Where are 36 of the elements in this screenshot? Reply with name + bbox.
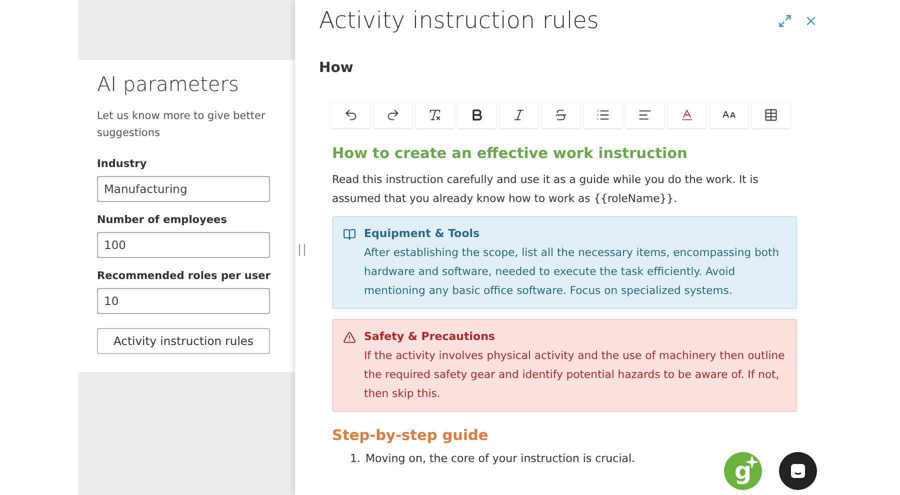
strike-icon[interactable] xyxy=(542,102,580,128)
callout-text: If the activity involves physical activity and the use of machinery then outline the required safety gear and identify potential hazards to be aware of. If not, then skip this. xyxy=(364,348,786,402)
content-heading: Step-by-step guide xyxy=(332,428,490,444)
table-icon[interactable] xyxy=(752,102,790,128)
field-label: Number of employees xyxy=(97,214,228,226)
callout-title: Safety & Precautions xyxy=(364,329,496,345)
expand-icon[interactable] xyxy=(776,12,794,30)
card-title: AI parameters xyxy=(97,72,240,96)
warning-icon xyxy=(343,331,356,344)
resize-handle[interactable] xyxy=(299,244,305,256)
rules-button[interactable]: Activity instruction rules xyxy=(97,328,270,354)
bold-icon[interactable] xyxy=(458,102,496,128)
input-field[interactable]: 10 xyxy=(97,288,270,314)
list-icon[interactable] xyxy=(584,102,622,128)
chat-button[interactable] xyxy=(779,452,817,490)
clear-format-icon[interactable] xyxy=(416,102,454,128)
chat-icon xyxy=(789,462,807,480)
drawer-title: Activity instruction rules xyxy=(319,8,599,34)
field-label: Industry xyxy=(97,158,148,170)
font-color-icon[interactable] xyxy=(668,102,706,128)
list-text: Moving on, the core of your instruction is crucial. xyxy=(366,452,636,465)
paragraph: Read this instruction carefully and use it as a guide while you do the work. It is assumed that you already know how to work as {{roleName}}. xyxy=(332,172,760,207)
align-icon[interactable] xyxy=(626,102,664,128)
book-icon xyxy=(343,228,356,241)
section-label: How xyxy=(319,60,354,76)
callout-text: After establishing the scope, list all the necessary items, encompassing both hardware and software, needed to execute the task efficiently. Avoid mentioning any basic office software. Focus on specialized systems. xyxy=(364,245,780,299)
list-number: 1. xyxy=(350,452,360,465)
undo-icon[interactable] xyxy=(332,102,370,128)
input-field[interactable]: Manufacturing xyxy=(97,176,270,202)
callout-title: Equipment & Tools xyxy=(364,226,481,242)
card-description: Let us know more to give better suggestions xyxy=(97,109,266,141)
content-heading: How to create an effective work instruction xyxy=(332,146,688,162)
input-field[interactable]: 100 xyxy=(97,232,270,258)
font-size-icon[interactable] xyxy=(710,102,748,128)
field-label: Recommended roles per user xyxy=(97,270,272,282)
redo-icon[interactable] xyxy=(374,102,412,128)
